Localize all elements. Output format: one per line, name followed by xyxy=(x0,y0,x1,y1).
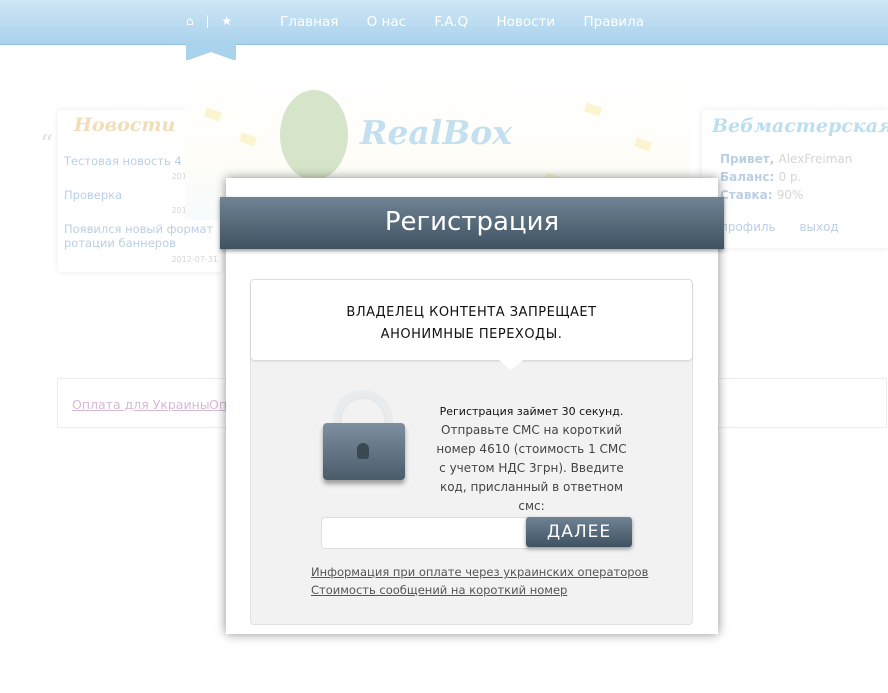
warning-box: ВЛАДЕЛЕЦ КОНТЕНТА ЗАПРЕЩАЕТ АНОНИМНЫЕ ПЕ… xyxy=(251,280,692,370)
modal-body: ВЛАДЕЛЕЦ КОНТЕНТА ЗАПРЕЩАЕТ АНОНИМНЫЕ ПЕ… xyxy=(250,279,693,625)
balance-label: Баланс: xyxy=(720,170,775,184)
greeting-label: Привет, xyxy=(720,152,775,166)
nav-item-news[interactable]: Новости xyxy=(496,14,555,30)
lock-icon xyxy=(323,390,407,480)
news-item-title[interactable]: Появился новый формат ротации баннеров xyxy=(64,222,220,250)
payment-ukraine-link[interactable]: Оплата для Украины xyxy=(72,397,210,412)
modal-title: Регистрация xyxy=(384,207,560,237)
modal-header: Регистрация xyxy=(220,197,724,249)
money-tree-image xyxy=(280,90,348,180)
nav-item-faq[interactable]: F.A.Q xyxy=(434,14,468,30)
greeting-line: Привет, AlexFreiman xyxy=(720,152,852,166)
logout-link[interactable]: выход xyxy=(799,220,838,234)
warning-line-2: АНОНИМНЫЕ ПЕРЕХОДЫ. xyxy=(380,327,563,342)
registration-modal: Регистрация ВЛАДЕЛЕЦ КОНТЕНТА ЗАПРЕЩАЕТ … xyxy=(220,178,724,634)
balance-value: 0 р. xyxy=(778,170,802,184)
nav-icons: ⌂ | ★ xyxy=(186,14,240,28)
sms-code-input[interactable] xyxy=(321,517,531,549)
warning-text: ВЛАДЕЛЕЦ КОНТЕНТА ЗАПРЕЩАЕТ АНОНИМНЫЕ ПЕ… xyxy=(251,302,692,346)
rate-value: 90% xyxy=(776,188,804,202)
rate-line: Ставка: 90% xyxy=(720,188,803,202)
site-logo: RealBox xyxy=(360,113,512,152)
info-text: Отправьте СМС на короткий номер 4610 (ст… xyxy=(436,423,627,513)
warning-line-1: ВЛАДЕЛЕЦ КОНТЕНТА ЗАПРЕЩАЕТ xyxy=(346,305,597,320)
operators-info-link[interactable]: Информация при оплате через украинских о… xyxy=(311,565,648,579)
nav-item-rules[interactable]: Правила xyxy=(583,14,644,30)
main-nav: Главная О нас F.A.Q Новости Правила xyxy=(280,14,668,30)
nav-separator: | xyxy=(205,14,210,28)
top-nav-bar: ⌂ | ★ Главная О нас F.A.Q Новости Правил… xyxy=(0,0,888,45)
nav-item-about[interactable]: О нас xyxy=(367,14,406,30)
sms-cost-link[interactable]: Стоимость сообщений на короткий номер xyxy=(311,583,567,597)
home-icon[interactable]: ⌂ xyxy=(186,14,194,28)
username: AlexFreiman xyxy=(778,152,853,166)
sms-instructions: Регистрация займет 30 секунд. Отправьте … xyxy=(434,402,629,516)
money-bill xyxy=(583,102,603,117)
star-icon[interactable]: ★ xyxy=(221,14,232,28)
info-heading: Регистрация займет 30 секунд. xyxy=(439,405,624,418)
page: ⌂ | ★ Главная О нас F.A.Q Новости Правил… xyxy=(0,0,888,693)
keyhole-icon xyxy=(357,443,369,459)
balance-line: Баланс: 0 р. xyxy=(720,170,801,184)
money-bill xyxy=(633,137,653,152)
nav-item-home[interactable]: Главная xyxy=(280,14,338,30)
money-bill xyxy=(203,107,223,122)
money-bill xyxy=(238,132,258,147)
next-button[interactable]: ДАЛЕЕ xyxy=(526,517,632,547)
news-item-date: 2012-07-31 xyxy=(171,255,219,264)
webmaster-links: профиль выход xyxy=(720,220,859,234)
news-item[interactable]: Появился новый формат ротации баннеров 2… xyxy=(64,222,220,264)
lock-body xyxy=(323,423,405,480)
profile-link[interactable]: профиль xyxy=(720,220,776,234)
rate-label: Ставка: xyxy=(720,188,773,202)
webmaster-panel: Вебмастерская Привет, AlexFreiman Баланс… xyxy=(702,110,888,248)
payment-other-link[interactable]: Оп xyxy=(209,397,227,412)
news-title: Новости xyxy=(74,114,176,136)
webmaster-title: Вебмастерская xyxy=(712,115,888,137)
quote-icon: “ xyxy=(40,130,54,160)
